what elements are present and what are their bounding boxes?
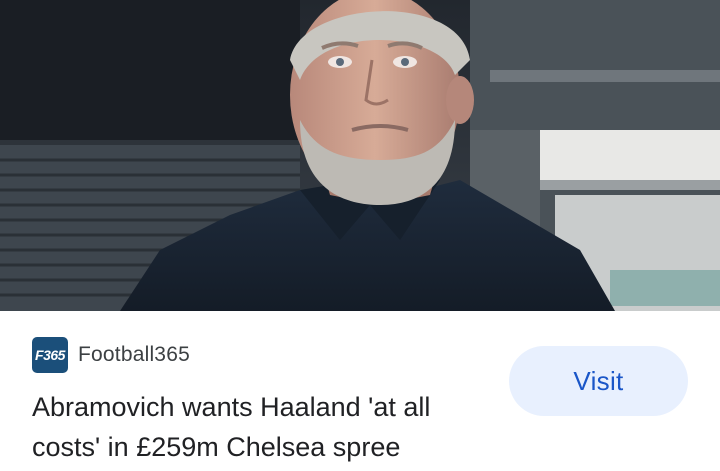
hero-illustration	[0, 0, 720, 311]
card-info: F365 Football365 Abramovich wants Haalan…	[0, 311, 720, 471]
headline[interactable]: Abramovich wants Haaland 'at all costs' …	[32, 387, 482, 467]
source-logo: F365	[32, 337, 68, 373]
news-photo[interactable]	[0, 0, 720, 311]
source-logo-text: F365	[35, 347, 65, 363]
news-card[interactable]: F365 Football365 Abramovich wants Haalan…	[0, 0, 720, 471]
source-name: Football365	[78, 343, 190, 366]
visit-button[interactable]: Visit	[509, 346, 688, 416]
source-row[interactable]: F365 Football365	[32, 337, 190, 373]
